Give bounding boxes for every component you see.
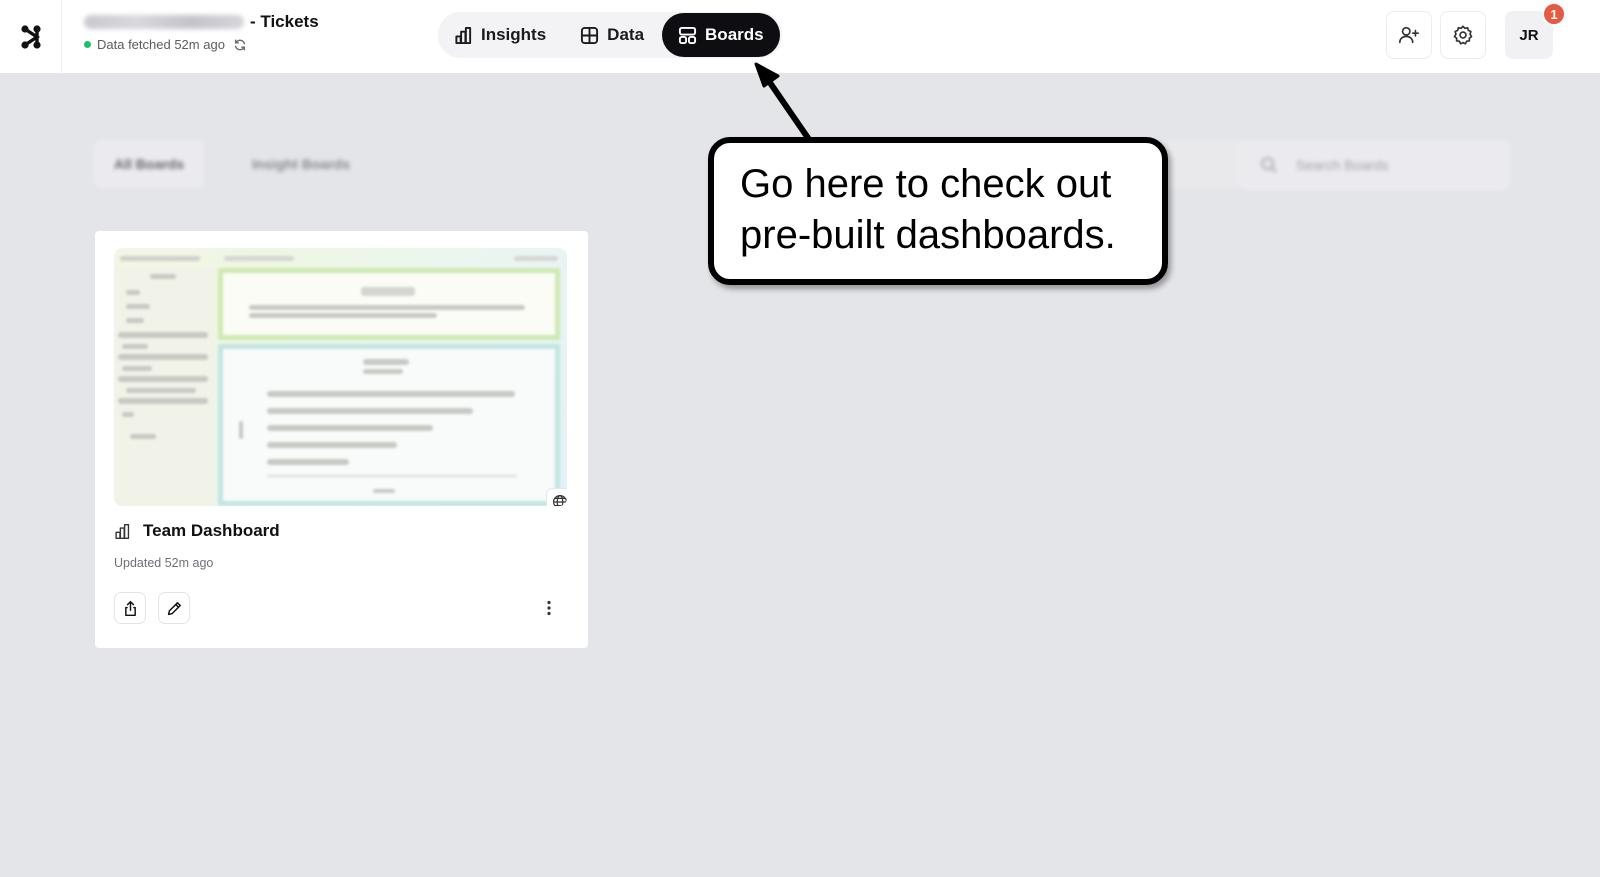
tab-boards-label: Boards <box>705 25 764 44</box>
status-dot-icon <box>84 41 91 48</box>
settings-button[interactable] <box>1440 11 1486 59</box>
board-card[interactable]: Team Dashboard Updated 52m ago <box>95 231 588 648</box>
add-user-icon <box>1399 26 1419 44</box>
callout-arrow-icon <box>754 62 811 141</box>
share-button[interactable] <box>114 592 146 624</box>
callout-line-2: pre-built dashboards. <box>740 213 1116 257</box>
globe-icon <box>553 495 567 506</box>
share-icon <box>124 600 136 616</box>
board-thumbnail[interactable] <box>114 248 567 506</box>
notification-badge[interactable]: 1 <box>1542 2 1566 26</box>
search-icon <box>1261 157 1277 173</box>
dataset-title[interactable]: - Tickets <box>84 12 319 32</box>
tab-insights-label: Insights <box>481 25 547 44</box>
public-globe-button[interactable] <box>546 488 567 506</box>
thumbnail-preview <box>114 248 567 506</box>
app-logo[interactable] <box>0 0 62 74</box>
dataset-title-block: - Tickets Data fetched 52m ago <box>84 12 319 52</box>
fetch-status: Data fetched 52m ago <box>84 37 319 52</box>
kebab-menu-icon <box>547 600 551 616</box>
filter-tab-insight-boards[interactable]: Insight Boards <box>232 140 370 188</box>
dataset-title-suffix: - Tickets <box>250 12 319 31</box>
fetch-status-text: Data fetched 52m ago <box>97 37 225 52</box>
blurred-workspace-name <box>84 15 244 29</box>
tab-data[interactable]: Data <box>564 13 660 57</box>
more-options-button[interactable] <box>539 592 559 624</box>
board-actions <box>114 592 190 624</box>
logo-icon <box>20 25 41 49</box>
invite-user-button[interactable] <box>1386 11 1432 59</box>
board-updated-text: Updated 52m ago <box>114 556 214 570</box>
search-boards-field[interactable]: Search Boards <box>1238 140 1510 190</box>
filter-tab-all-boards[interactable]: All Boards <box>94 140 205 188</box>
refresh-icon[interactable] <box>233 38 247 52</box>
pencil-icon <box>167 601 181 615</box>
bar-chart-icon <box>455 26 472 44</box>
main-nav: Insights Data Boards <box>438 12 782 58</box>
bar-chart-icon <box>115 523 130 539</box>
board-title-row[interactable]: Team Dashboard <box>114 521 280 541</box>
tab-insights[interactable]: Insights <box>438 13 562 57</box>
table-grid-icon <box>581 26 599 44</box>
edit-button[interactable] <box>158 592 190 624</box>
callout-line-1: Go here to check out <box>740 162 1112 206</box>
tab-data-label: Data <box>607 25 645 44</box>
search-boards-placeholder: Search Boards <box>1296 157 1389 173</box>
board-title: Team Dashboard <box>143 521 280 540</box>
tooltip-callout: Go here to check out pre-built dashboard… <box>708 137 1168 285</box>
tab-boards[interactable]: Boards <box>662 13 780 57</box>
boards-layout-icon <box>678 26 697 44</box>
gear-icon <box>1453 25 1473 45</box>
